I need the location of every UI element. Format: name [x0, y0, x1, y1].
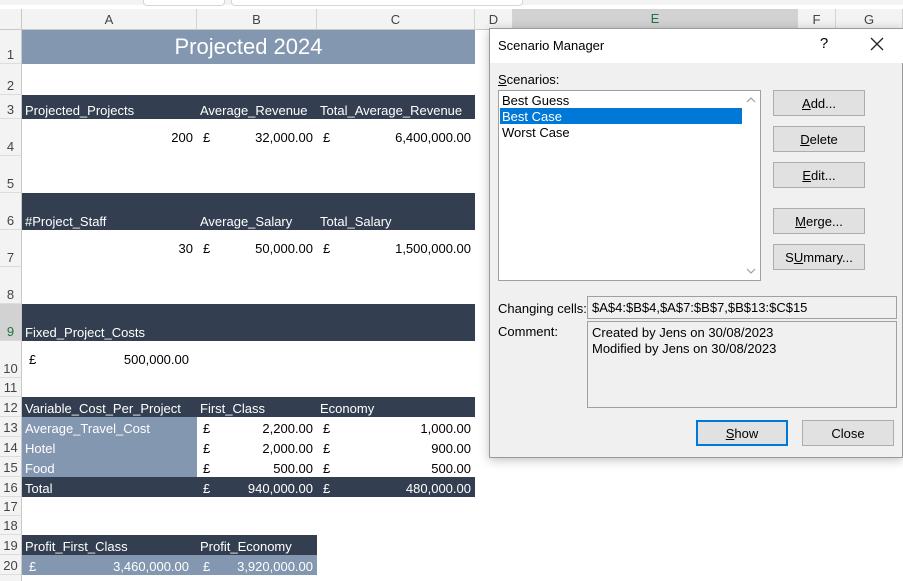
help-button[interactable]: ?: [816, 35, 832, 52]
dialog-title: Scenario Manager: [498, 38, 605, 53]
cell-c6[interactable]: Total_Salary: [317, 193, 475, 230]
ribbon-control-stub: [143, 0, 225, 6]
cell-a6[interactable]: #Project_Staff: [22, 193, 197, 230]
add-button[interactable]: Add...: [773, 90, 865, 116]
row-header-9[interactable]: 9: [0, 304, 22, 341]
edit-button[interactable]: Edit...: [773, 162, 865, 188]
scenario-item-best-guess[interactable]: Best Guess: [500, 92, 742, 108]
cell-c16[interactable]: 480,000.00: [337, 477, 475, 497]
row-header-13[interactable]: 13: [0, 417, 22, 437]
cell-a3[interactable]: Projected_Projects: [22, 95, 197, 119]
cell-a13[interactable]: Average_Travel_Cost: [22, 417, 197, 437]
cell-b14[interactable]: 2,000.00: [217, 437, 317, 457]
scenario-manager-dialog: Scenario Manager ? Scenarios: Best Guess…: [489, 28, 903, 458]
cell-a20[interactable]: 3,460,000.00: [42, 555, 193, 575]
cell-b13[interactable]: 2,200.00: [217, 417, 317, 437]
column-header-g[interactable]: G: [836, 9, 903, 30]
row-header-17[interactable]: 17: [0, 497, 22, 516]
cell-c13[interactable]: 1,000.00: [337, 417, 475, 437]
cell-a9[interactable]: Fixed_Project_Costs: [22, 304, 475, 341]
scroll-up-icon: [746, 97, 756, 103]
row-header-12[interactable]: 12: [0, 397, 22, 417]
select-all-corner[interactable]: [0, 9, 22, 30]
cell-b16[interactable]: 940,000.00: [217, 477, 317, 497]
scenario-item-best-case[interactable]: Best Case: [500, 108, 742, 124]
merge-button[interactable]: Merge...: [773, 208, 865, 234]
cell-a12[interactable]: Variable_Cost_Per_Project: [22, 397, 197, 417]
cell-a15[interactable]: Food: [22, 457, 197, 477]
column-header-f[interactable]: F: [798, 9, 836, 30]
cell-b15[interactable]: 500.00: [217, 457, 317, 477]
cell-b7[interactable]: 50,000.00: [217, 230, 317, 267]
row-header-1[interactable]: 1: [0, 30, 22, 64]
cell-a10[interactable]: 500,000.00: [42, 341, 193, 378]
cell-c14[interactable]: 900.00: [337, 437, 475, 457]
comment-line-1: Created by Jens on 30/08/2023: [592, 325, 774, 340]
scenarios-listbox[interactable]: Best Guess Best Case Worst Case: [498, 90, 761, 281]
show-button[interactable]: Show: [696, 420, 788, 446]
sheet-title[interactable]: Projected 2024: [22, 30, 475, 64]
cell-c15[interactable]: 500.00: [337, 457, 475, 477]
scenario-item-worst-case[interactable]: Worst Case: [500, 124, 742, 140]
column-header-a[interactable]: A: [22, 9, 197, 30]
cell-a19[interactable]: Profit_First_Class: [22, 535, 197, 555]
cell-a7[interactable]: 30: [22, 230, 197, 267]
row-header-15[interactable]: 15: [0, 457, 22, 477]
row-header-16[interactable]: 16: [0, 477, 22, 497]
cell-b19[interactable]: Profit_Economy: [197, 535, 317, 555]
cell-a16[interactable]: Total: [22, 477, 197, 497]
cell-b6[interactable]: Average_Salary: [197, 193, 317, 230]
row-header-18[interactable]: 18: [0, 516, 22, 535]
cell-a14[interactable]: Hotel: [22, 437, 197, 457]
scroll-down-icon: [746, 268, 756, 274]
listbox-scrollbar[interactable]: [742, 91, 760, 280]
row-header-19[interactable]: 19: [0, 535, 22, 555]
close-icon[interactable]: [866, 33, 888, 55]
formula-bar-stub: [231, 0, 523, 6]
summary-button[interactable]: S Ummary...: [773, 244, 865, 270]
comment-label: Comment:: [498, 324, 558, 339]
row-header-3[interactable]: 3: [0, 95, 22, 119]
changing-cells-label: Changing cells:: [498, 301, 587, 316]
comment-line-2: Modified by Jens on 30/08/2023: [592, 341, 777, 356]
row-header-6[interactable]: 6: [0, 193, 22, 230]
row-header-20[interactable]: 20: [0, 555, 22, 575]
cell-b3[interactable]: Average_Revenue: [197, 95, 317, 119]
column-header-d[interactable]: D: [475, 9, 513, 30]
row-header-14[interactable]: 14: [0, 437, 22, 457]
column-header-b[interactable]: B: [197, 9, 317, 30]
row-header-7[interactable]: 7: [0, 230, 22, 267]
comment-field[interactable]: Created by Jens on 30/08/2023 Modified b…: [587, 321, 897, 408]
column-header-c[interactable]: C: [317, 9, 475, 30]
row-header-10[interactable]: 10: [0, 341, 22, 378]
delete-button[interactable]: Delete: [773, 126, 865, 152]
close-button[interactable]: Close: [802, 420, 894, 446]
cell-c3[interactable]: Total_Average_Revenue: [317, 95, 475, 119]
cell-c7[interactable]: 1,500,000.00: [337, 230, 475, 267]
cell-b12[interactable]: First_Class: [197, 397, 317, 417]
row-header-11[interactable]: 11: [0, 378, 22, 397]
cell-b20[interactable]: 3,920,000.00: [217, 555, 317, 575]
row-header-8[interactable]: 8: [0, 267, 22, 304]
row-header-4[interactable]: 4: [0, 119, 22, 156]
row-header-5[interactable]: 5: [0, 156, 22, 193]
cell-a4[interactable]: 200: [22, 119, 197, 156]
row-header-21: [0, 575, 22, 581]
row-header-2[interactable]: 2: [0, 64, 22, 95]
column-header-e[interactable]: E: [513, 9, 798, 30]
scenarios-label: Scenarios:: [498, 72, 560, 87]
changing-cells-field[interactable]: $A$4:$B$4,$A$7:$B$7,$B$13:$C$15: [587, 296, 897, 319]
cell-c4[interactable]: 6,400,000.00: [337, 119, 475, 156]
cell-b4[interactable]: 32,000.00: [217, 119, 317, 156]
cell-c12[interactable]: Economy: [317, 397, 475, 417]
